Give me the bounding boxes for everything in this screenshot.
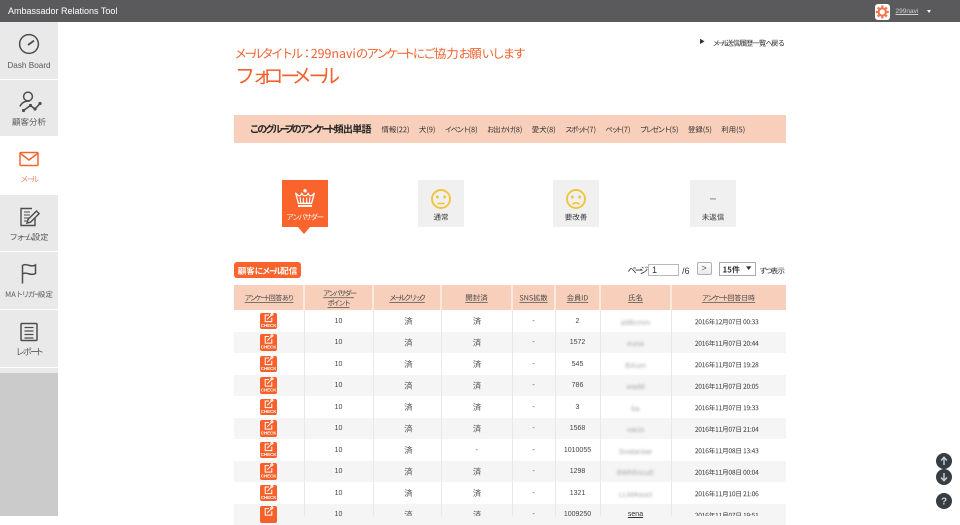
svg-text:?: ? [941,497,947,508]
